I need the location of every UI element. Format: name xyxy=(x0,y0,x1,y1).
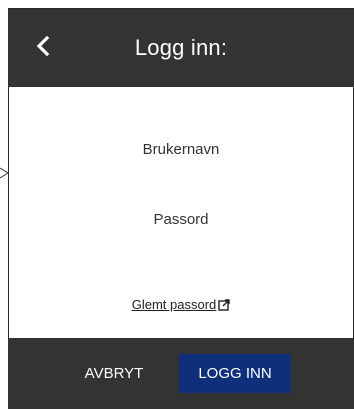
dialog-title: Logg inn: xyxy=(134,35,228,60)
login-dialog: Logg inn: Brukernavn Passord Glemt passo… xyxy=(8,8,354,409)
password-field[interactable]: Passord xyxy=(8,211,354,228)
forgot-password-link[interactable]: Glemt passord xyxy=(132,297,231,312)
cancel-button[interactable]: AVBRYT xyxy=(76,358,152,388)
back-button[interactable] xyxy=(28,31,58,61)
forgot-password-label: Glemt passord xyxy=(131,297,217,312)
username-field[interactable]: Brukernavn xyxy=(8,141,354,158)
external-link-icon xyxy=(218,298,230,311)
chevron-left-icon xyxy=(36,36,50,56)
dialog-footer: AVBRYT LOGG INN xyxy=(8,338,354,409)
forgot-password-container: Glemt passord xyxy=(8,297,354,312)
login-button[interactable]: LOGG INN xyxy=(179,354,291,393)
dialog-header: Logg inn: xyxy=(8,9,354,87)
